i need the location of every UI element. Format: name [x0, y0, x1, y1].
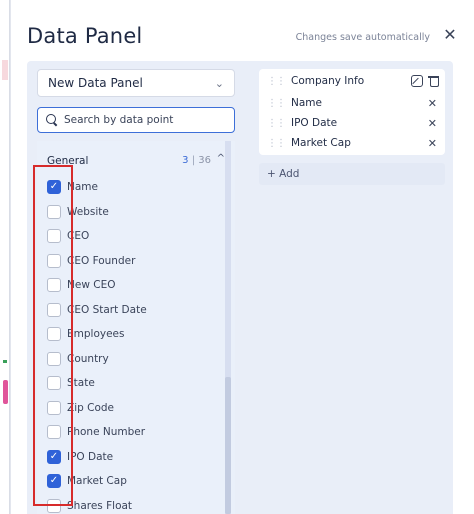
list-item[interactable]: State — [47, 371, 217, 396]
checkbox[interactable]: ✓ — [47, 474, 61, 489]
search-input[interactable] — [64, 114, 224, 126]
selected-count: 3 — [182, 155, 189, 166]
item-label: Shares Float — [67, 499, 133, 512]
list-item[interactable]: CEO Founder — [47, 249, 217, 274]
page-title: Data Panel — [27, 24, 143, 48]
list-item[interactable]: Phone Number — [47, 420, 217, 445]
background-window-edge — [0, 0, 10, 514]
item-label: Name — [67, 181, 98, 194]
panel-body: New Data Panel ⌄ General 3 | 36 ^ ✓Name — [27, 61, 453, 514]
data-point-picker: New Data Panel ⌄ General 3 | 36 ^ ✓Name — [37, 69, 235, 514]
search-box[interactable] — [37, 107, 235, 133]
item-label: Phone Number — [67, 426, 146, 439]
list-item[interactable]: Zip Code — [47, 396, 217, 421]
checkbox[interactable] — [47, 204, 61, 219]
checkbox[interactable] — [47, 425, 61, 440]
remove-field-icon[interactable]: ✕ — [428, 97, 437, 110]
group-count: 3 | 36 — [182, 155, 211, 166]
background-fragment — [2, 60, 8, 80]
panel-select-value: New Data Panel — [48, 76, 143, 90]
group-general: General 3 | 36 ^ ✓ Name Website CEO CEO F… — [37, 141, 235, 514]
item-label: Country — [67, 352, 109, 365]
list-item[interactable]: Shares Float — [47, 494, 217, 514]
item-label: CEO — [67, 230, 90, 243]
item-label: State — [67, 377, 95, 390]
count-separator: | — [191, 155, 196, 166]
edit-icon[interactable] — [411, 75, 423, 87]
list-item[interactable]: CEO — [47, 224, 217, 249]
close-icon[interactable]: ✕ — [442, 27, 458, 43]
card-header: ⋮⋮ Company Info — [267, 75, 364, 87]
remove-field-icon[interactable]: ✕ — [428, 137, 437, 150]
remove-field-icon[interactable]: ✕ — [428, 117, 437, 130]
item-label: CEO Start Date — [67, 303, 147, 316]
item-label: Employees — [67, 328, 125, 341]
list-item[interactable]: Country — [47, 347, 217, 372]
collapse-caret-icon[interactable]: ^ — [217, 153, 225, 164]
scrollbar-thumb[interactable] — [225, 377, 231, 514]
item-label: IPO Date — [67, 450, 114, 463]
checkbox[interactable] — [47, 351, 61, 366]
search-icon — [46, 114, 58, 126]
checkbox[interactable]: ✓ — [47, 449, 61, 464]
chevron-down-icon: ⌄ — [214, 76, 224, 90]
background-fragment — [3, 360, 7, 363]
selected-field-row: ⋮⋮ Market Cap ✕ — [267, 133, 437, 153]
checkbox[interactable] — [47, 327, 61, 342]
item-label: Market Cap — [67, 475, 127, 488]
list-item[interactable]: New CEO — [47, 273, 217, 298]
checkbox[interactable] — [47, 253, 61, 268]
selected-field-row: ⋮⋮ Name ✕ — [267, 93, 437, 113]
selected-fields-column: ⋮⋮ Company Info ⋮⋮ Name ✕ ⋮⋮ IPO Date ✕ … — [259, 69, 445, 514]
selected-field-label: Name — [291, 97, 322, 109]
list-item[interactable]: ✓ Market Cap — [47, 469, 217, 494]
company-info-card: ⋮⋮ Company Info ⋮⋮ Name ✕ ⋮⋮ IPO Date ✕ … — [259, 69, 445, 155]
selected-field-row: ⋮⋮ IPO Date ✕ — [267, 113, 437, 133]
add-field-button[interactable]: + Add — [259, 163, 445, 185]
selected-field-label: IPO Date — [291, 117, 338, 129]
checkbox[interactable] — [47, 376, 61, 391]
autosave-note: Changes save automatically — [295, 32, 430, 43]
selected-field-label: Market Cap — [291, 137, 351, 149]
list-item[interactable]: ✓ IPO Date — [47, 445, 217, 470]
checkbox[interactable] — [47, 400, 61, 415]
item-label: New CEO — [67, 279, 116, 292]
drag-handle-icon[interactable]: ⋮⋮ — [267, 76, 286, 87]
checkbox[interactable] — [47, 229, 61, 244]
background-fragment — [3, 380, 8, 404]
list-item[interactable]: ✓ Name — [47, 175, 217, 200]
data-panel-dialog: Data Panel Changes save automatically ✕ … — [10, 0, 474, 514]
trash-icon[interactable] — [428, 75, 439, 87]
item-label: CEO Founder — [67, 254, 136, 267]
list-item[interactable]: Employees — [47, 322, 217, 347]
list-item[interactable]: Website — [47, 200, 217, 225]
drag-handle-icon[interactable]: ⋮⋮ — [267, 138, 286, 149]
list-item[interactable]: CEO Start Date — [47, 298, 217, 323]
item-label: Website — [67, 205, 109, 218]
item-label: Zip Code — [67, 401, 114, 414]
checkbox[interactable] — [47, 302, 61, 317]
panel-select[interactable]: New Data Panel ⌄ — [37, 69, 235, 97]
drag-handle-icon[interactable]: ⋮⋮ — [267, 98, 286, 109]
checkbox[interactable]: ✓ — [47, 180, 61, 195]
checkbox[interactable] — [47, 498, 61, 513]
card-title: Company Info — [291, 75, 365, 87]
total-count: 36 — [198, 155, 211, 166]
drag-handle-icon[interactable]: ⋮⋮ — [267, 118, 286, 129]
data-point-list: ✓ Name Website CEO CEO Founder New CEO CE… — [47, 175, 217, 514]
checkbox[interactable] — [47, 278, 61, 293]
